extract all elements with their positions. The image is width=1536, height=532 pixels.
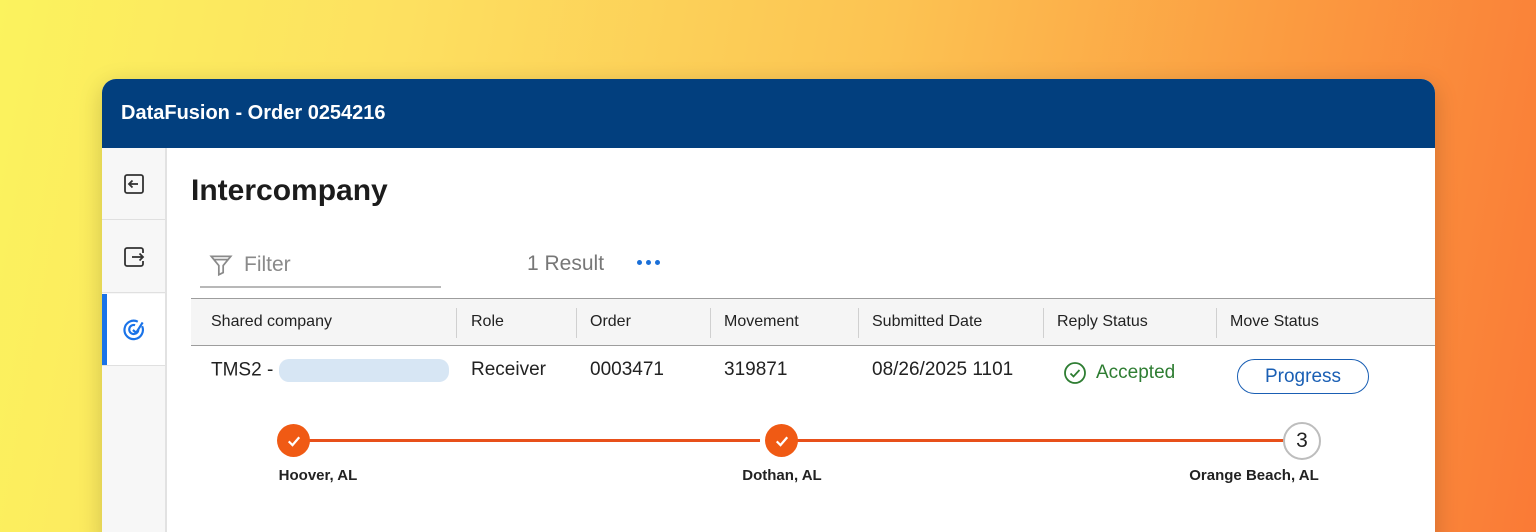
page-title: Intercompany [191, 174, 388, 207]
filter-input[interactable] [244, 253, 424, 277]
window-title: DataFusion - Order 0254216 [102, 79, 1435, 148]
more-options-icon[interactable] [637, 260, 660, 265]
stop-label: Orange Beach, AL [1189, 467, 1319, 484]
cell-shared-company: TMS2 - [211, 359, 450, 382]
stop-label: Hoover, AL [278, 467, 358, 484]
filter-box [200, 244, 441, 288]
check-icon [775, 436, 788, 447]
route-segment [294, 439, 760, 442]
result-count: 1 Result [527, 252, 605, 275]
redacted-company-name [279, 359, 450, 382]
export-icon [123, 246, 144, 267]
column-header-submitted-date[interactable]: Submitted Date [872, 299, 982, 345]
column-header-shared-company[interactable]: Shared company [211, 299, 332, 345]
import-icon [123, 173, 144, 194]
route-segment [793, 439, 1285, 442]
column-header-role[interactable]: Role [471, 299, 504, 345]
cell-movement: 319871 [724, 359, 788, 380]
stop-complete-marker [277, 424, 310, 457]
reply-status-label: Accepted [1096, 362, 1176, 383]
cell-submitted-date: 08/26/2025 1101 [872, 359, 1014, 380]
cell-reply-status: Accepted [1063, 361, 1175, 385]
column-header-order[interactable]: Order [590, 299, 631, 345]
cell-role: Receiver [471, 359, 546, 380]
table-row[interactable]: TMS2 - Receiver 0003471 319871 08/26/202… [191, 346, 1435, 416]
table-header: Shared company Role Order Movement Submi… [191, 298, 1435, 346]
stop-progress-tracker: Hoover, AL Dothan, AL 3 Orange Beach, AL [169, 416, 1435, 496]
sidebar [102, 148, 167, 532]
sidebar-item-export[interactable] [102, 221, 165, 293]
stop-label: Dothan, AL [742, 467, 822, 484]
shared-company-prefix: TMS2 - [211, 359, 274, 381]
check-icon [287, 436, 300, 447]
column-header-movement[interactable]: Movement [724, 299, 799, 345]
column-header-reply-status[interactable]: Reply Status [1057, 299, 1148, 345]
filter-icon [209, 255, 233, 277]
check-circle-icon [1064, 362, 1086, 384]
stop-complete-marker [765, 424, 798, 457]
column-header-move-status[interactable]: Move Status [1230, 299, 1319, 345]
stop-number: 3 [1296, 429, 1308, 452]
stop-pending-marker: 3 [1283, 422, 1321, 460]
main-content: Intercompany 1 Result Shared company Rol… [169, 148, 1435, 532]
intercompany-icon [122, 319, 144, 340]
cell-order: 0003471 [590, 359, 664, 380]
app-window: DataFusion - Order 0254216 Intercompany … [102, 79, 1435, 532]
sidebar-item-import[interactable] [102, 148, 165, 220]
sidebar-item-intercompany[interactable] [102, 294, 165, 366]
move-status-progress-button[interactable]: Progress [1237, 359, 1369, 394]
